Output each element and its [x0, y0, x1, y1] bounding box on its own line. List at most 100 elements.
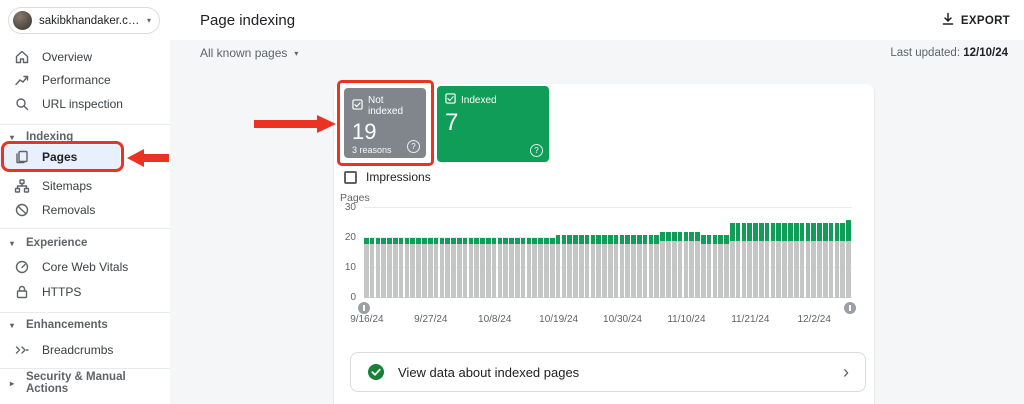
page-filter-dropdown[interactable]: All known pages ▾	[200, 46, 298, 60]
section-label: Experience	[26, 237, 88, 249]
impressions-toggle[interactable]: Impressions	[344, 170, 431, 184]
stacked-bar	[840, 223, 846, 298]
stacked-bar	[369, 238, 375, 298]
stacked-bar	[747, 223, 753, 298]
export-label: EXPORT	[960, 14, 1010, 27]
x-tick-label: 10/19/24	[539, 314, 579, 325]
stacked-bar	[393, 238, 398, 298]
stacked-bar	[439, 238, 445, 298]
stacked-bar	[596, 235, 602, 298]
sidebar-item-breadcrumbs[interactable]: Breadcrumbs	[0, 338, 170, 362]
sidebar-item-label: Removals	[42, 203, 96, 217]
sidebar-divider	[0, 368, 170, 369]
x-tick-label: 11/21/24	[731, 314, 770, 325]
page-title: Page indexing	[200, 12, 296, 29]
stacked-bar	[451, 238, 456, 298]
sidebar-item-label: Core Web Vitals	[42, 260, 129, 274]
stacked-bar	[637, 235, 642, 298]
indexed-label: Indexed	[461, 94, 497, 106]
impressions-label: Impressions	[366, 170, 431, 184]
download-icon	[941, 12, 955, 29]
stacked-bar	[590, 235, 596, 298]
stacked-bar	[625, 235, 631, 298]
sitemap-icon	[14, 178, 30, 194]
stacked-bar	[381, 238, 387, 298]
stacked-bar	[427, 238, 433, 298]
stacked-bar	[828, 223, 834, 298]
home-icon	[14, 49, 30, 65]
stacked-bar	[730, 223, 735, 298]
stacked-bar	[631, 235, 636, 298]
stacked-bar	[387, 238, 392, 298]
sidebar-section-enhancements[interactable]: ▾ Enhancements	[0, 316, 170, 334]
stacked-bar	[433, 238, 439, 298]
x-tick-label: 11/10/24	[667, 314, 706, 325]
y-tick-label: 0	[350, 292, 356, 303]
sidebar-item-label: Breadcrumbs	[42, 343, 114, 357]
stacked-bar	[683, 232, 689, 298]
stacked-bar	[549, 238, 555, 298]
help-icon[interactable]: ?	[530, 144, 543, 157]
stacked-bar	[410, 238, 416, 298]
stacked-bar	[846, 220, 851, 298]
stacked-bar	[375, 238, 381, 298]
export-button[interactable]: EXPORT	[941, 12, 1010, 29]
stacked-bar	[776, 223, 782, 298]
view-indexed-data-link[interactable]: View data about indexed pages ›	[350, 352, 866, 392]
stacked-bar	[677, 232, 683, 298]
sidebar-section-security-manual-actions[interactable]: ▸ Security & Manual Actions	[0, 371, 170, 395]
stacked-bar	[788, 223, 793, 298]
annotation-box-pages	[1, 141, 124, 172]
checked-checkbox-icon	[445, 93, 456, 107]
stacked-bar	[654, 235, 660, 298]
stacked-bar	[561, 235, 567, 298]
stacked-bar	[520, 238, 526, 298]
stacked-bar	[671, 232, 677, 298]
chevron-right-icon: ›	[843, 362, 849, 382]
stacked-bar	[764, 223, 770, 298]
stacked-bar	[735, 223, 741, 298]
indexed-tile[interactable]: Indexed 7 ?	[437, 86, 549, 162]
y-tick-label: 10	[344, 262, 356, 274]
sidebar-item-core-web-vitals[interactable]: Core Web Vitals	[0, 255, 170, 279]
stacked-bar	[567, 235, 572, 298]
sidebar-item-label: URL inspection	[42, 97, 123, 111]
sidebar-item-url-inspection[interactable]: URL inspection	[0, 92, 170, 116]
sidebar-item-overview[interactable]: Overview	[0, 45, 170, 69]
sidebar-item-https[interactable]: HTTPS	[0, 280, 170, 304]
chart-plot[interactable]	[364, 207, 852, 298]
property-selector[interactable]: sakibkhandaker.com ▾	[8, 7, 160, 34]
sidebar-item-removals[interactable]: Removals	[0, 198, 170, 222]
stacked-bar	[799, 223, 805, 298]
last-updated-label: Last updated:	[890, 47, 961, 59]
stacked-bar	[509, 238, 514, 298]
sidebar: Overview Performance URL inspection ▾ In…	[0, 0, 170, 404]
stacked-bar	[456, 238, 462, 298]
sidebar-item-label: Overview	[42, 50, 93, 64]
last-updated: Last updated: 12/10/24	[890, 47, 1008, 59]
stacked-bar	[695, 232, 700, 298]
section-label: Enhancements	[26, 319, 108, 331]
sidebar-divider	[0, 124, 170, 125]
stacked-bar	[689, 232, 694, 298]
stacked-bar	[468, 238, 474, 298]
stacked-bar	[497, 238, 503, 298]
stacked-bar	[532, 238, 538, 298]
sidebar-item-performance[interactable]: Performance	[0, 68, 170, 92]
unchecked-checkbox-icon[interactable]	[344, 170, 357, 184]
stacked-bar	[422, 238, 427, 298]
stacked-bar	[474, 238, 480, 298]
stacked-bar	[526, 238, 532, 298]
sidebar-section-experience[interactable]: ▾ Experience	[0, 234, 170, 252]
chart-range-handle-left[interactable]	[358, 302, 370, 314]
stacked-bar	[398, 238, 404, 298]
sidebar-item-sitemaps[interactable]: Sitemaps	[0, 174, 170, 198]
chevron-down-icon: ▾	[294, 48, 299, 58]
stacked-bar	[706, 235, 712, 298]
sidebar-divider	[0, 228, 170, 229]
stacked-bar	[724, 235, 729, 298]
green-check-icon	[367, 363, 385, 381]
stacked-bar	[700, 235, 706, 298]
chart-range-handle-right[interactable]	[844, 302, 856, 314]
last-updated-value: 12/10/24	[963, 47, 1008, 59]
